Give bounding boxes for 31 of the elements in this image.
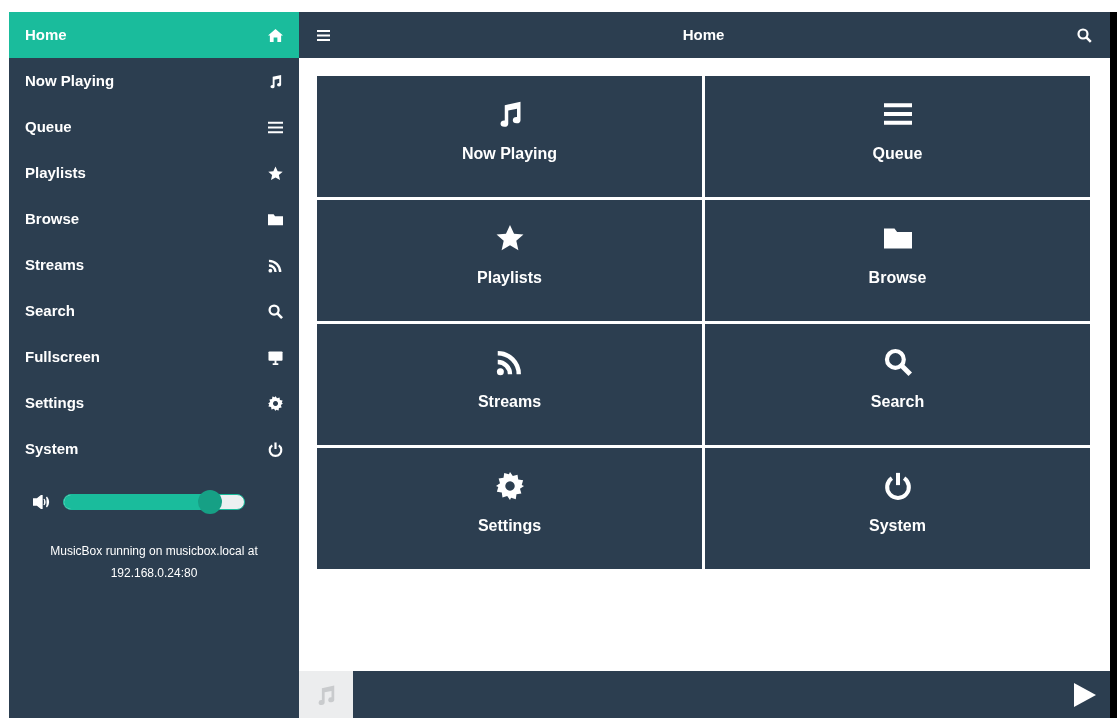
power-icon bbox=[268, 441, 283, 457]
menu-tile[interactable]: Queue bbox=[705, 76, 1090, 197]
menu-tile[interactable]: Settings bbox=[317, 448, 702, 569]
play-icon[interactable] bbox=[1074, 682, 1096, 707]
folder-icon bbox=[268, 211, 283, 227]
page-title: Home bbox=[682, 24, 725, 45]
gear-icon bbox=[268, 395, 283, 411]
power-icon bbox=[883, 472, 912, 500]
rss-icon bbox=[268, 257, 283, 273]
menu-tile[interactable]: Browse bbox=[705, 200, 1090, 321]
speaker-icon bbox=[33, 495, 51, 509]
status-text: MusicBox running on musicbox.local at 192.168.0.24:80 bbox=[49, 543, 259, 582]
music-note-icon bbox=[268, 73, 283, 89]
menu-tile[interactable]: Playlists bbox=[317, 200, 702, 321]
menu-tile[interactable]: Search bbox=[705, 324, 1090, 445]
home-icon bbox=[268, 27, 283, 43]
search-icon bbox=[883, 348, 912, 376]
menu-tile[interactable]: Streams bbox=[317, 324, 702, 445]
menu-tile[interactable]: Now Playing bbox=[317, 76, 702, 197]
slider-thumb[interactable] bbox=[197, 490, 222, 514]
menu-tile[interactable]: System bbox=[705, 448, 1090, 569]
star-icon bbox=[268, 165, 283, 181]
search-icon[interactable] bbox=[1077, 27, 1092, 43]
monitor-icon bbox=[268, 349, 283, 365]
list-icon bbox=[268, 119, 283, 135]
rss-icon bbox=[495, 348, 524, 376]
search-icon bbox=[268, 303, 283, 319]
menu-icon[interactable] bbox=[317, 29, 330, 41]
list-icon bbox=[883, 100, 912, 128]
gear-icon bbox=[495, 472, 524, 500]
star-icon bbox=[495, 224, 524, 252]
